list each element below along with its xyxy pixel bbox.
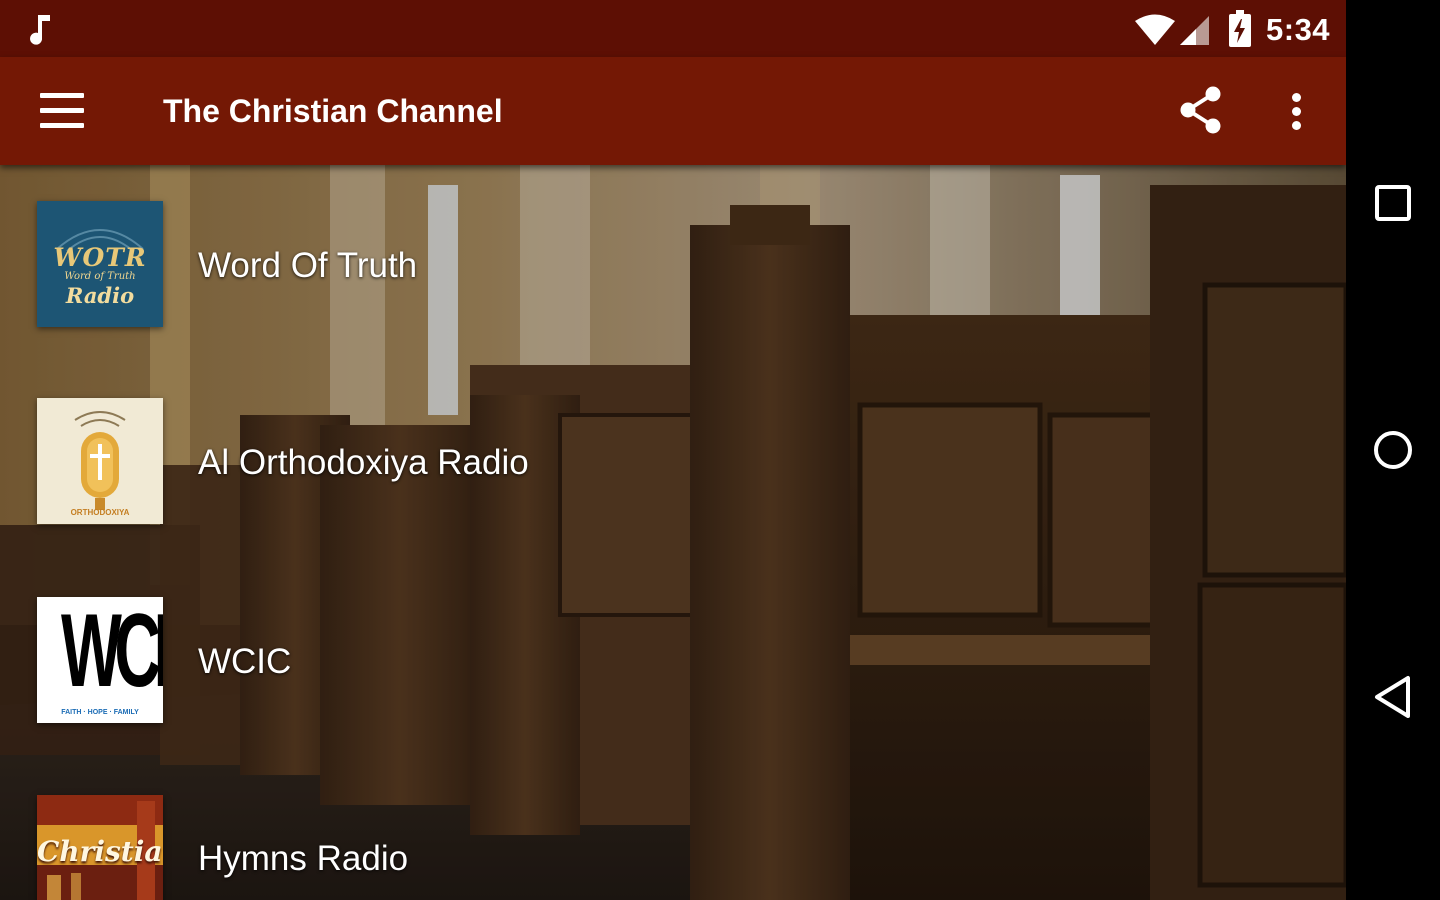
microphone-cross-icon [74, 411, 126, 510]
home-icon[interactable] [1366, 423, 1420, 477]
app-toolbar: The Christian Channel [0, 57, 1346, 165]
station-item-wcic[interactable]: WCIC FAITH · HOPE · FAMILY WCIC [0, 583, 1346, 733]
wifi-icon [1135, 14, 1175, 45]
more-vert-icon[interactable] [1276, 85, 1316, 137]
recent-apps-icon[interactable] [1366, 176, 1420, 230]
station-item-hymns-radio[interactable]: Christian Hymns Radio [0, 781, 1346, 900]
menu-icon[interactable] [30, 86, 96, 136]
christian-logo: Christian [37, 795, 163, 900]
station-list[interactable]: WOTR Word of Truth Radio Word Of Truth O… [0, 165, 1346, 900]
station-name: WCIC [198, 642, 292, 681]
wotr-logo: WOTR Word of Truth Radio [37, 201, 163, 327]
app-title: The Christian Channel [163, 93, 503, 129]
station-name: Al Orthodoxiya Radio [198, 443, 529, 482]
system-nav-bar [1346, 0, 1440, 900]
back-icon[interactable] [1366, 670, 1420, 724]
signal-icon [1180, 16, 1209, 45]
station-item-word-of-truth[interactable]: WOTR Word of Truth Radio Word Of Truth [0, 187, 1346, 337]
wcic-logo: WCIC FAITH · HOPE · FAMILY [37, 597, 163, 723]
station-name: Word Of Truth [198, 246, 418, 285]
station-item-al-orthodoxiya-radio[interactable]: ORTHODOXIYA Al Orthodoxiya Radio [0, 385, 1346, 535]
music-note-icon [30, 15, 50, 45]
status-time: 5:34 [1266, 12, 1331, 47]
status-bar: 5:34 [0, 0, 1346, 57]
battery-charging-icon [1229, 10, 1251, 47]
share-icon[interactable] [1176, 85, 1228, 137]
station-name: Hymns Radio [198, 839, 409, 878]
orthodoxiya-logo: ORTHODOXIYA [37, 398, 163, 524]
